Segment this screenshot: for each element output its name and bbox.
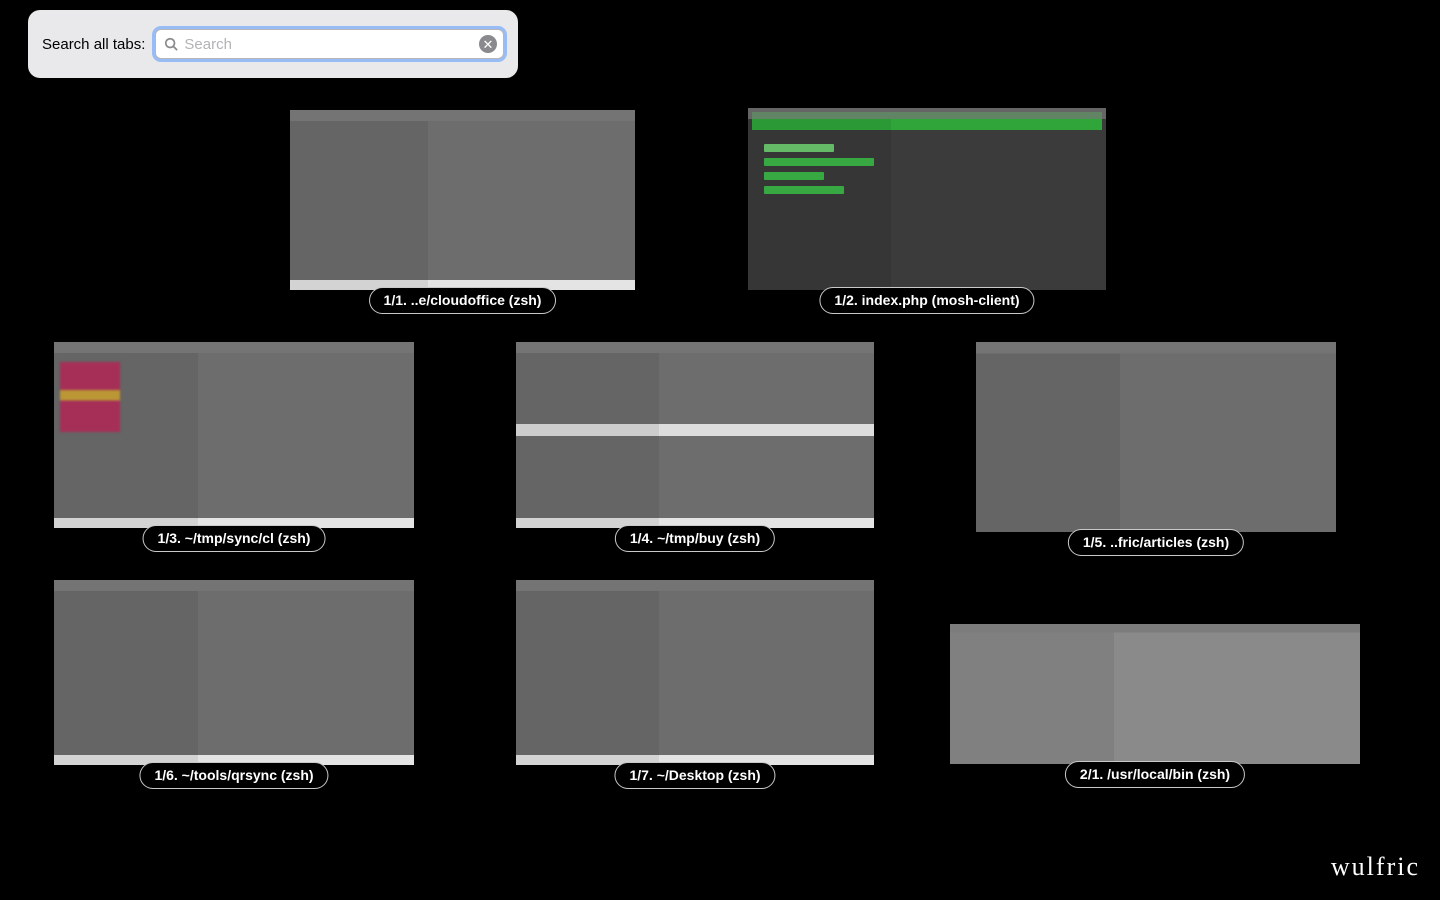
tab-thumbnail [748,108,1106,290]
tab-label: 2/1. /usr/local/bin (zsh) [1065,761,1245,788]
tab-thumbnail [976,342,1336,532]
search-panel: Search all tabs: ✕ [28,10,518,78]
tab-label: 1/5. ..fric/articles (zsh) [1068,529,1244,556]
tab-label: 1/4. ~/tmp/buy (zsh) [615,525,775,552]
tab-tile-1[interactable]: 1/1. ..e/cloudoffice (zsh) [290,110,635,290]
tab-tile-2[interactable]: 1/2. index.php (mosh-client) [748,108,1106,290]
tab-label: 1/2. index.php (mosh-client) [819,287,1034,314]
tab-label: 1/1. ..e/cloudoffice (zsh) [369,287,557,314]
search-input[interactable] [178,36,479,53]
search-icon [164,37,178,51]
tab-tile-5[interactable]: 1/5. ..fric/articles (zsh) [976,342,1336,532]
search-label: Search all tabs: [42,36,145,53]
tab-label: 1/3. ~/tmp/sync/cl (zsh) [143,525,326,552]
search-field[interactable]: ✕ [155,29,504,59]
tab-tile-8[interactable]: 2/1. /usr/local/bin (zsh) [950,624,1360,764]
tab-thumbnail [54,342,414,528]
tab-tile-7[interactable]: 1/7. ~/Desktop (zsh) [516,580,874,765]
tab-tile-4[interactable]: 1/4. ~/tmp/buy (zsh) [516,342,874,528]
tab-thumbnail [516,580,874,765]
clear-icon[interactable]: ✕ [479,35,497,53]
tab-thumbnail [516,342,874,528]
tab-tile-6[interactable]: 1/6. ~/tools/qrsync (zsh) [54,580,414,765]
tab-thumbnail [54,580,414,765]
tab-label: 1/7. ~/Desktop (zsh) [614,762,775,789]
tab-thumbnail [290,110,635,290]
tab-thumbnail [950,624,1360,764]
watermark: wulfric [1331,852,1420,882]
tab-tile-3[interactable]: 1/3. ~/tmp/sync/cl (zsh) [54,342,414,528]
tab-label: 1/6. ~/tools/qrsync (zsh) [139,762,328,789]
